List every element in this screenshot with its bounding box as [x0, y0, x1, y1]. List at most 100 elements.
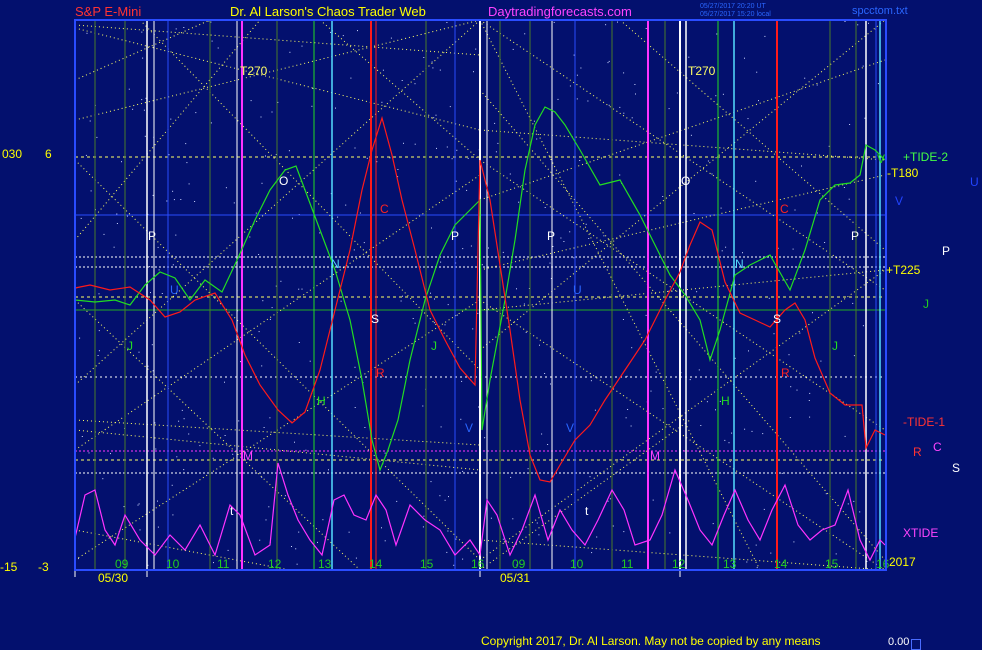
- marker-label: H: [317, 394, 326, 408]
- star-dot: [181, 409, 183, 411]
- chart-labels: T270 T270 P P O N S C R H J J M U Vt P P O N S C R H J M U Vt V 09 10…: [98, 64, 890, 585]
- star-dot: [397, 169, 399, 170]
- star-dot: [707, 160, 709, 162]
- diagonal-grid-line: [479, 129, 886, 161]
- star-dot: [298, 288, 300, 290]
- star-dot: [744, 57, 745, 59]
- label-t180: -T180: [887, 166, 919, 180]
- star-dot: [161, 293, 163, 294]
- date-label: 05/31: [500, 571, 530, 585]
- star-dot: [185, 143, 187, 145]
- star-dot: [722, 93, 724, 95]
- star-dot: [573, 54, 575, 56]
- marker-label: O: [279, 174, 288, 188]
- star-dot: [439, 69, 441, 71]
- hour-tick-label: 12: [268, 557, 282, 571]
- star-dot: [596, 536, 598, 538]
- star-dot: [808, 400, 810, 401]
- star-dot: [603, 235, 605, 237]
- star-dot: [439, 495, 441, 497]
- star-dot: [715, 409, 716, 411]
- star-dot: [88, 452, 90, 454]
- star-dot: [585, 223, 587, 225]
- star-dot: [224, 435, 226, 436]
- star-dot: [770, 552, 772, 554]
- hour-tick-label: 16: [471, 557, 485, 571]
- star-dot: [608, 104, 610, 106]
- star-dot: [557, 98, 559, 100]
- star-dot: [763, 508, 765, 510]
- star-dot: [138, 351, 140, 353]
- star-dot: [746, 561, 748, 563]
- label-u: U: [970, 175, 979, 189]
- star-dot: [569, 231, 571, 233]
- star-dot: [269, 318, 271, 320]
- star-dot: [322, 519, 324, 521]
- star-dot: [475, 48, 477, 50]
- star-dot: [210, 21, 212, 23]
- star-dot: [744, 428, 746, 430]
- marker-label: t: [230, 504, 234, 518]
- timestamp-ut: 05/27/2017 20:20 UT: [700, 3, 766, 10]
- star-dot: [579, 160, 581, 161]
- star-dot: [224, 381, 225, 383]
- star-dot: [623, 72, 625, 74]
- star-dot: [538, 534, 540, 536]
- marker-label: U: [573, 283, 582, 297]
- marker-label: N: [331, 257, 340, 271]
- star-dot: [294, 441, 295, 443]
- star-dot: [348, 531, 350, 533]
- star-dot: [173, 199, 175, 201]
- star-dot: [630, 425, 632, 427]
- star-dot: [560, 237, 562, 239]
- star-dot: [116, 223, 118, 224]
- diagonal-grid-line: [74, 529, 291, 571]
- star-dot: [509, 173, 511, 175]
- star-dot: [518, 201, 520, 203]
- hour-tick-label: 09: [115, 557, 129, 571]
- star-dot: [758, 100, 759, 102]
- star-dot: [288, 150, 290, 152]
- star-dot: [859, 511, 861, 513]
- star-dot: [488, 247, 489, 249]
- star-dot: [456, 314, 458, 316]
- star-dot: [645, 314, 647, 316]
- star-dot: [172, 264, 174, 266]
- label-tide1: -TIDE-1: [903, 415, 945, 429]
- star-dot: [510, 476, 512, 478]
- star-dot: [446, 551, 448, 553]
- star-dot: [447, 304, 449, 306]
- hour-tick-label: 12: [672, 557, 686, 571]
- star-dot: [484, 437, 486, 439]
- website-link[interactable]: Daytradingforecasts.com: [488, 4, 632, 19]
- star-dot: [80, 217, 82, 219]
- star-dot: [188, 433, 190, 435]
- star-dot: [588, 238, 590, 239]
- star-dot: [403, 142, 404, 144]
- star-dot: [449, 106, 451, 108]
- marker-label: R: [376, 366, 385, 380]
- star-dot: [862, 65, 864, 67]
- chart-canvas: T270 T270 P P O N S C R H J J M U Vt P P O N S C R H J M U Vt V 09 10…: [74, 19, 890, 585]
- star-dot: [172, 190, 174, 192]
- star-dot: [768, 297, 770, 299]
- star-dot: [756, 567, 758, 569]
- star-dot: [470, 245, 472, 247]
- star-dot: [448, 496, 449, 498]
- star-dot: [455, 180, 457, 182]
- star-dot: [853, 500, 855, 502]
- star-dot: [317, 541, 318, 543]
- star-dot: [645, 28, 647, 29]
- star-dot: [98, 330, 100, 332]
- star-dot: [696, 291, 698, 293]
- star-dot: [258, 331, 260, 333]
- star-dot: [809, 416, 811, 418]
- star-dot: [309, 360, 311, 362]
- star-dot: [414, 143, 416, 145]
- marker-label: V: [877, 152, 885, 166]
- star-dot: [527, 468, 529, 470]
- star-dot: [435, 114, 437, 116]
- star-dot: [494, 122, 496, 124]
- star-dot: [868, 22, 869, 24]
- star-dot: [168, 154, 170, 156]
